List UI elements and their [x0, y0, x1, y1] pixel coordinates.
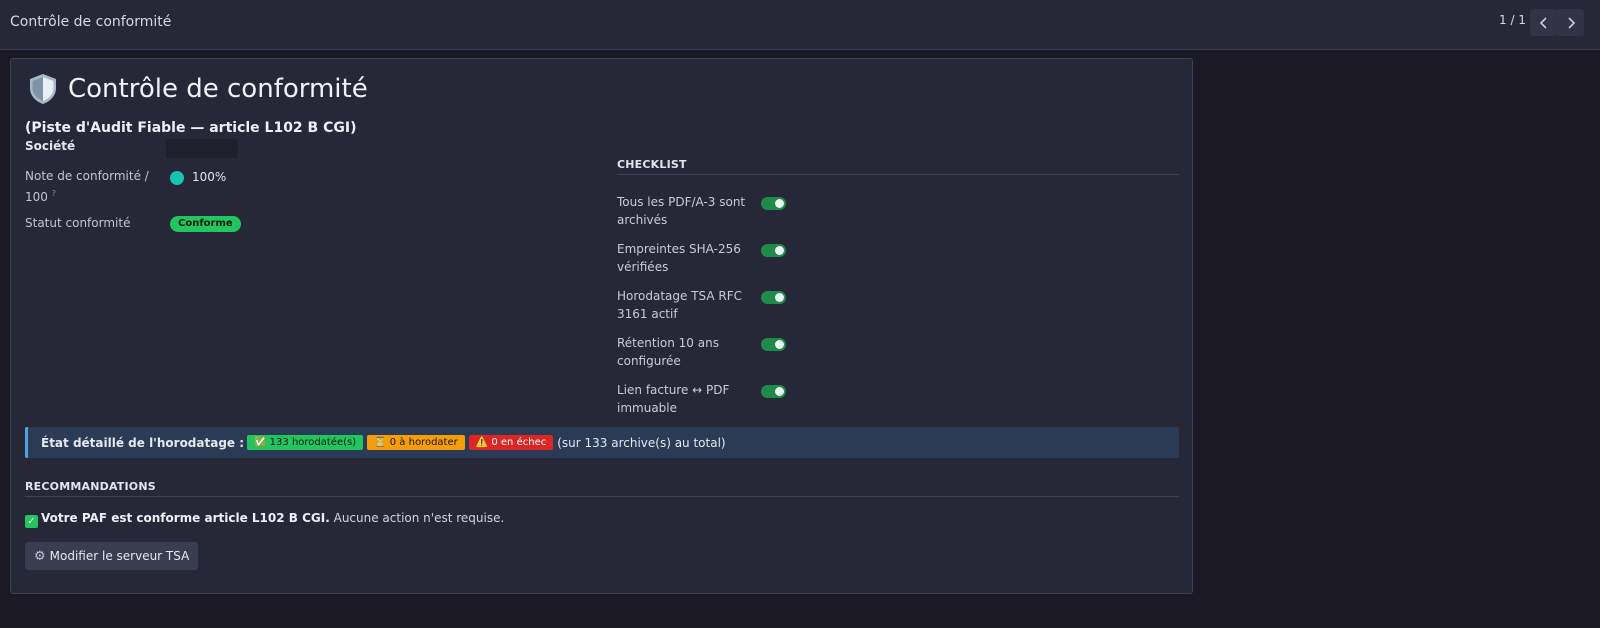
checklist-toggle-pdfa3[interactable]	[761, 197, 786, 210]
modify-tsa-label: Modifier le serveur TSA	[49, 549, 190, 563]
recommendations-divider	[25, 496, 1179, 497]
chevron-right-icon	[1567, 16, 1575, 29]
breadcrumb-title: Contrôle de conformité	[10, 14, 172, 30]
checklist-title: CHECKLIST	[617, 158, 687, 171]
recommendation-bold: Votre PAF est conforme article L102 B CG…	[41, 511, 330, 525]
checklist-item-label: Rétention 10 ans configurée	[617, 336, 719, 368]
societe-label: Société	[25, 139, 76, 153]
failed-badge: ⚠️ 0 en échec	[468, 435, 554, 450]
page-subtitle: (Piste d'Audit Fiable — article L102 B C…	[25, 120, 357, 136]
form-sheet: Contrôle de conformité (Piste d'Audit Fi…	[10, 58, 1193, 594]
help-tooltip-icon[interactable]: ?	[52, 189, 56, 198]
checklist-item-label: Empreintes SHA-256 vérifiées	[617, 242, 741, 274]
page-heading: Contrôle de conformité	[28, 73, 368, 105]
recommendations-title: RECOMMANDATIONS	[25, 480, 156, 493]
checklist-toggle-tsa[interactable]	[761, 291, 786, 304]
previous-record-button[interactable]	[1530, 9, 1557, 36]
gear-icon: ⚙	[34, 548, 46, 564]
note-value: 100%	[192, 170, 227, 184]
check-mark-icon: ✓	[25, 515, 38, 528]
societe-field[interactable]	[166, 139, 238, 158]
checklist-item-label: Horodatage TSA RFC 3161 actif	[617, 289, 743, 321]
checklist-toggle-retention[interactable]	[761, 338, 786, 351]
note-label: Note de conformité / 100 ?	[25, 167, 155, 206]
checklist-item-label: Tous les PDF/A-3 sont archivés	[617, 195, 746, 227]
page-title: Contrôle de conformité	[68, 74, 368, 104]
timestamp-status-alert: État détaillé de l'horodatage : ✅ 133 ho…	[25, 427, 1179, 458]
status-badge: Conforme	[170, 216, 241, 232]
modify-tsa-server-button[interactable]: ⚙ Modifier le serveur TSA	[25, 542, 199, 570]
checklist-toggle-immutable-link[interactable]	[761, 385, 786, 398]
stamped-badge: ✅ 133 horodatée(s)	[247, 435, 364, 450]
chevron-left-icon	[1539, 16, 1547, 29]
archive-total-text: (sur 133 archive(s) au total)	[557, 435, 726, 450]
checklist-divider	[617, 174, 1179, 175]
pager-counter: 1 / 1	[1499, 13, 1526, 27]
top-bar: Contrôle de conformité 1 / 1	[0, 0, 1600, 50]
recommendation-rest: Aucune action n'est requise.	[329, 511, 505, 525]
checklist-toggle-sha256[interactable]	[761, 244, 786, 257]
pending-badge: ⏳ 0 à horodater	[367, 435, 465, 450]
note-label-text: Note de conformité / 100	[25, 169, 149, 204]
score-status-dot	[170, 171, 184, 185]
checklist-item-label: Lien facture ↔ PDF immuable	[617, 383, 730, 415]
next-record-button[interactable]	[1557, 9, 1584, 36]
alert-lead: État détaillé de l'horodatage :	[41, 435, 245, 450]
statut-label: Statut conformité	[25, 216, 131, 230]
shield-icon	[30, 74, 56, 104]
recommendation-message: ✓ Votre PAF est conforme article L102 B C…	[25, 511, 504, 528]
